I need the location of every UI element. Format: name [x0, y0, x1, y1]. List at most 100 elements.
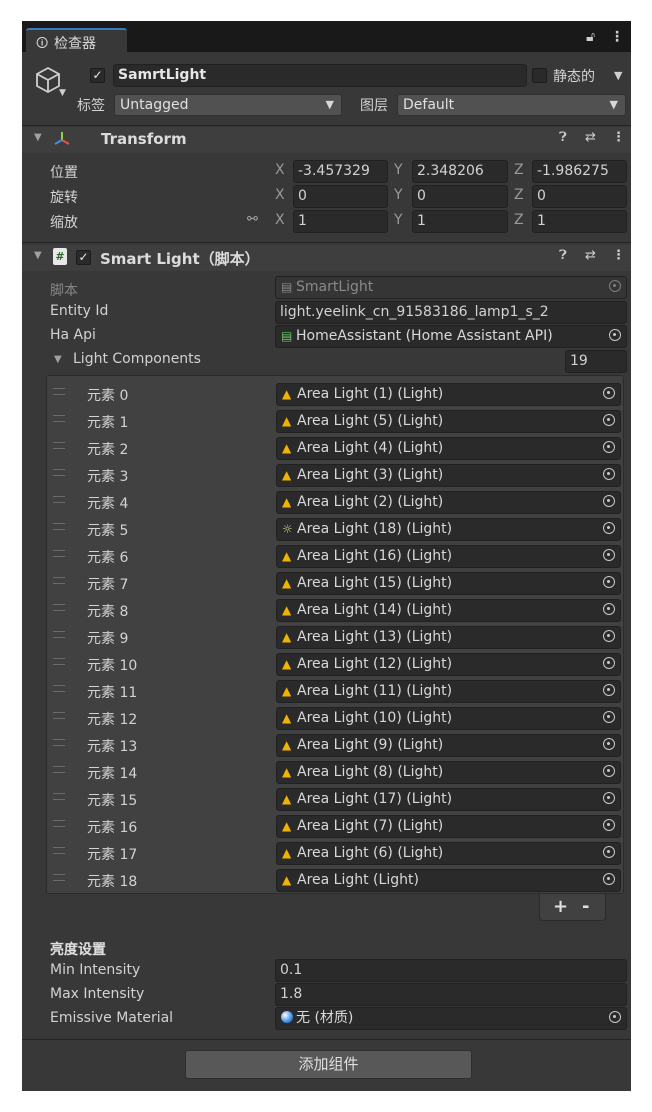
emissive-material-field[interactable]: 无 (材质) — [275, 1007, 627, 1030]
drag-handle-icon[interactable] — [53, 874, 65, 881]
list-item[interactable]: 元素 13 ▲ Area Light (9) (Light) — [47, 731, 623, 758]
object-name-field[interactable]: SamrtLight — [113, 64, 527, 87]
object-picker-icon[interactable] — [603, 468, 615, 480]
light-object-field[interactable]: ▲ Area Light (1) (Light) — [276, 383, 621, 406]
drag-handle-icon[interactable] — [53, 685, 65, 692]
static-dropdown-arrow-icon[interactable]: ▼ — [614, 69, 622, 82]
list-item[interactable]: 元素 4 ▲ Area Light (2) (Light) — [47, 488, 623, 515]
object-picker-icon[interactable] — [603, 387, 615, 399]
axis-z-label[interactable]: Z — [514, 212, 524, 228]
drag-handle-icon[interactable] — [53, 847, 65, 854]
list-item[interactable]: 元素 15 ▲ Area Light (17) (Light) — [47, 785, 623, 812]
entity-id-field[interactable]: light.yeelink_cn_91583186_lamp1_s_2 — [275, 301, 627, 324]
drag-handle-icon[interactable] — [53, 604, 65, 611]
axis-z-label[interactable]: Z — [514, 162, 524, 178]
drag-handle-icon[interactable] — [53, 388, 65, 395]
position-x-field[interactable]: -3.457329 — [293, 160, 388, 183]
position-z-field[interactable]: -1.986275 — [532, 160, 627, 183]
list-item[interactable]: 元素 12 ▲ Area Light (10) (Light) — [47, 704, 623, 731]
object-picker-icon[interactable] — [603, 576, 615, 588]
preset-icon[interactable]: ⇄ — [585, 130, 596, 145]
light-object-field[interactable]: ▲ Area Light (12) (Light) — [276, 653, 621, 676]
fold-arrow-icon[interactable]: ▼ — [34, 250, 42, 261]
lock-icon[interactable]: 🔓︎ — [586, 29, 595, 45]
more-menu-icon[interactable]: ⋮ — [610, 29, 624, 45]
light-object-field[interactable]: ▲ Area Light (Light) — [276, 869, 621, 892]
object-picker-icon[interactable] — [603, 630, 615, 642]
drag-handle-icon[interactable] — [53, 793, 65, 800]
axis-x-label[interactable]: X — [275, 212, 285, 228]
object-picker-icon[interactable] — [603, 522, 615, 534]
static-checkbox[interactable] — [532, 68, 547, 83]
list-item[interactable]: 元素 0 ▲ Area Light (1) (Light) — [47, 380, 623, 407]
object-picker-icon[interactable] — [603, 765, 615, 777]
axis-z-label[interactable]: Z — [514, 187, 524, 203]
light-object-field[interactable]: ▲ Area Light (14) (Light) — [276, 599, 621, 622]
list-item[interactable]: 元素 7 ▲ Area Light (15) (Light) — [47, 569, 623, 596]
rotation-z-field[interactable]: 0 — [532, 185, 627, 208]
scale-z-field[interactable]: 1 — [532, 210, 627, 233]
preset-icon[interactable]: ⇄ — [585, 248, 596, 263]
light-object-field[interactable]: ▲ Area Light (3) (Light) — [276, 464, 621, 487]
object-picker-icon[interactable] — [603, 603, 615, 615]
object-picker-icon[interactable] — [603, 549, 615, 561]
tag-dropdown[interactable]: Untagged ▼ — [114, 94, 342, 116]
add-element-button[interactable]: + — [553, 896, 568, 917]
axis-x-label[interactable]: X — [275, 187, 285, 203]
drag-handle-icon[interactable] — [53, 415, 65, 422]
add-component-button[interactable]: 添加组件 — [185, 1050, 472, 1079]
light-object-field[interactable]: ▲ Area Light (11) (Light) — [276, 680, 621, 703]
list-item[interactable]: 元素 2 ▲ Area Light (4) (Light) — [47, 434, 623, 461]
list-item[interactable]: 元素 8 ▲ Area Light (14) (Light) — [47, 596, 623, 623]
drag-handle-icon[interactable] — [53, 766, 65, 773]
light-object-field[interactable]: ▲ Area Light (4) (Light) — [276, 437, 621, 460]
light-object-field[interactable]: ▲ Area Light (9) (Light) — [276, 734, 621, 757]
drag-handle-icon[interactable] — [53, 739, 65, 746]
more-menu-icon[interactable]: ⋮ — [612, 130, 625, 145]
drag-handle-icon[interactable] — [53, 550, 65, 557]
light-object-field[interactable]: ▲ Area Light (10) (Light) — [276, 707, 621, 730]
list-item[interactable]: 元素 18 ▲ Area Light (Light) — [47, 866, 623, 893]
scale-y-field[interactable]: 1 — [412, 210, 508, 233]
object-picker-icon[interactable] — [603, 846, 615, 858]
layer-dropdown[interactable]: Default ▼ — [397, 94, 626, 116]
object-picker-icon[interactable] — [603, 441, 615, 453]
light-object-field[interactable]: ▲ Area Light (13) (Light) — [276, 626, 621, 649]
object-picker-icon[interactable] — [603, 495, 615, 507]
fold-arrow-icon[interactable]: ▼ — [54, 354, 62, 365]
active-checkbox[interactable]: ✓ — [90, 68, 105, 83]
list-item[interactable]: 元素 1 ▲ Area Light (5) (Light) — [47, 407, 623, 434]
drag-handle-icon[interactable] — [53, 577, 65, 584]
object-picker-icon[interactable] — [609, 1011, 621, 1023]
light-object-field[interactable]: ▲ Area Light (8) (Light) — [276, 761, 621, 784]
help-icon[interactable]: ❓︎ — [559, 130, 567, 145]
object-picker-icon[interactable] — [603, 414, 615, 426]
remove-element-button[interactable]: - — [582, 896, 589, 917]
unlink-icon[interactable]: ⚯ — [247, 212, 258, 227]
transform-header[interactable]: ▼ Transform ❓︎ ⇄ ⋮ — [22, 127, 631, 153]
list-item[interactable]: 元素 9 ▲ Area Light (13) (Light) — [47, 623, 623, 650]
rotation-x-field[interactable]: 0 — [293, 185, 388, 208]
list-item[interactable]: 元素 16 ▲ Area Light (7) (Light) — [47, 812, 623, 839]
drag-handle-icon[interactable] — [53, 631, 65, 638]
rotation-y-field[interactable]: 0 — [412, 185, 508, 208]
drag-handle-icon[interactable] — [53, 496, 65, 503]
drag-handle-icon[interactable] — [53, 712, 65, 719]
light-components-label[interactable]: Light Components — [73, 351, 201, 367]
list-item[interactable]: 元素 10 ▲ Area Light (12) (Light) — [47, 650, 623, 677]
axis-y-label[interactable]: Y — [394, 187, 403, 203]
scale-x-field[interactable]: 1 — [293, 210, 388, 233]
light-object-field[interactable]: ▲ Area Light (16) (Light) — [276, 545, 621, 568]
more-menu-icon[interactable]: ⋮ — [612, 248, 625, 263]
list-item[interactable]: 元素 3 ▲ Area Light (3) (Light) — [47, 461, 623, 488]
components-size-field[interactable]: 19 — [565, 350, 627, 373]
drag-handle-icon[interactable] — [53, 442, 65, 449]
tab-inspector[interactable]: 🛈 检查器 — [26, 28, 127, 52]
axis-y-label[interactable]: Y — [394, 162, 403, 178]
list-item[interactable]: 元素 17 ▲ Area Light (6) (Light) — [47, 839, 623, 866]
list-item[interactable]: 元素 6 ▲ Area Light (16) (Light) — [47, 542, 623, 569]
drag-handle-icon[interactable] — [53, 820, 65, 827]
object-picker-icon[interactable] — [603, 819, 615, 831]
object-picker-icon[interactable] — [603, 738, 615, 750]
position-y-field[interactable]: 2.348206 — [412, 160, 508, 183]
